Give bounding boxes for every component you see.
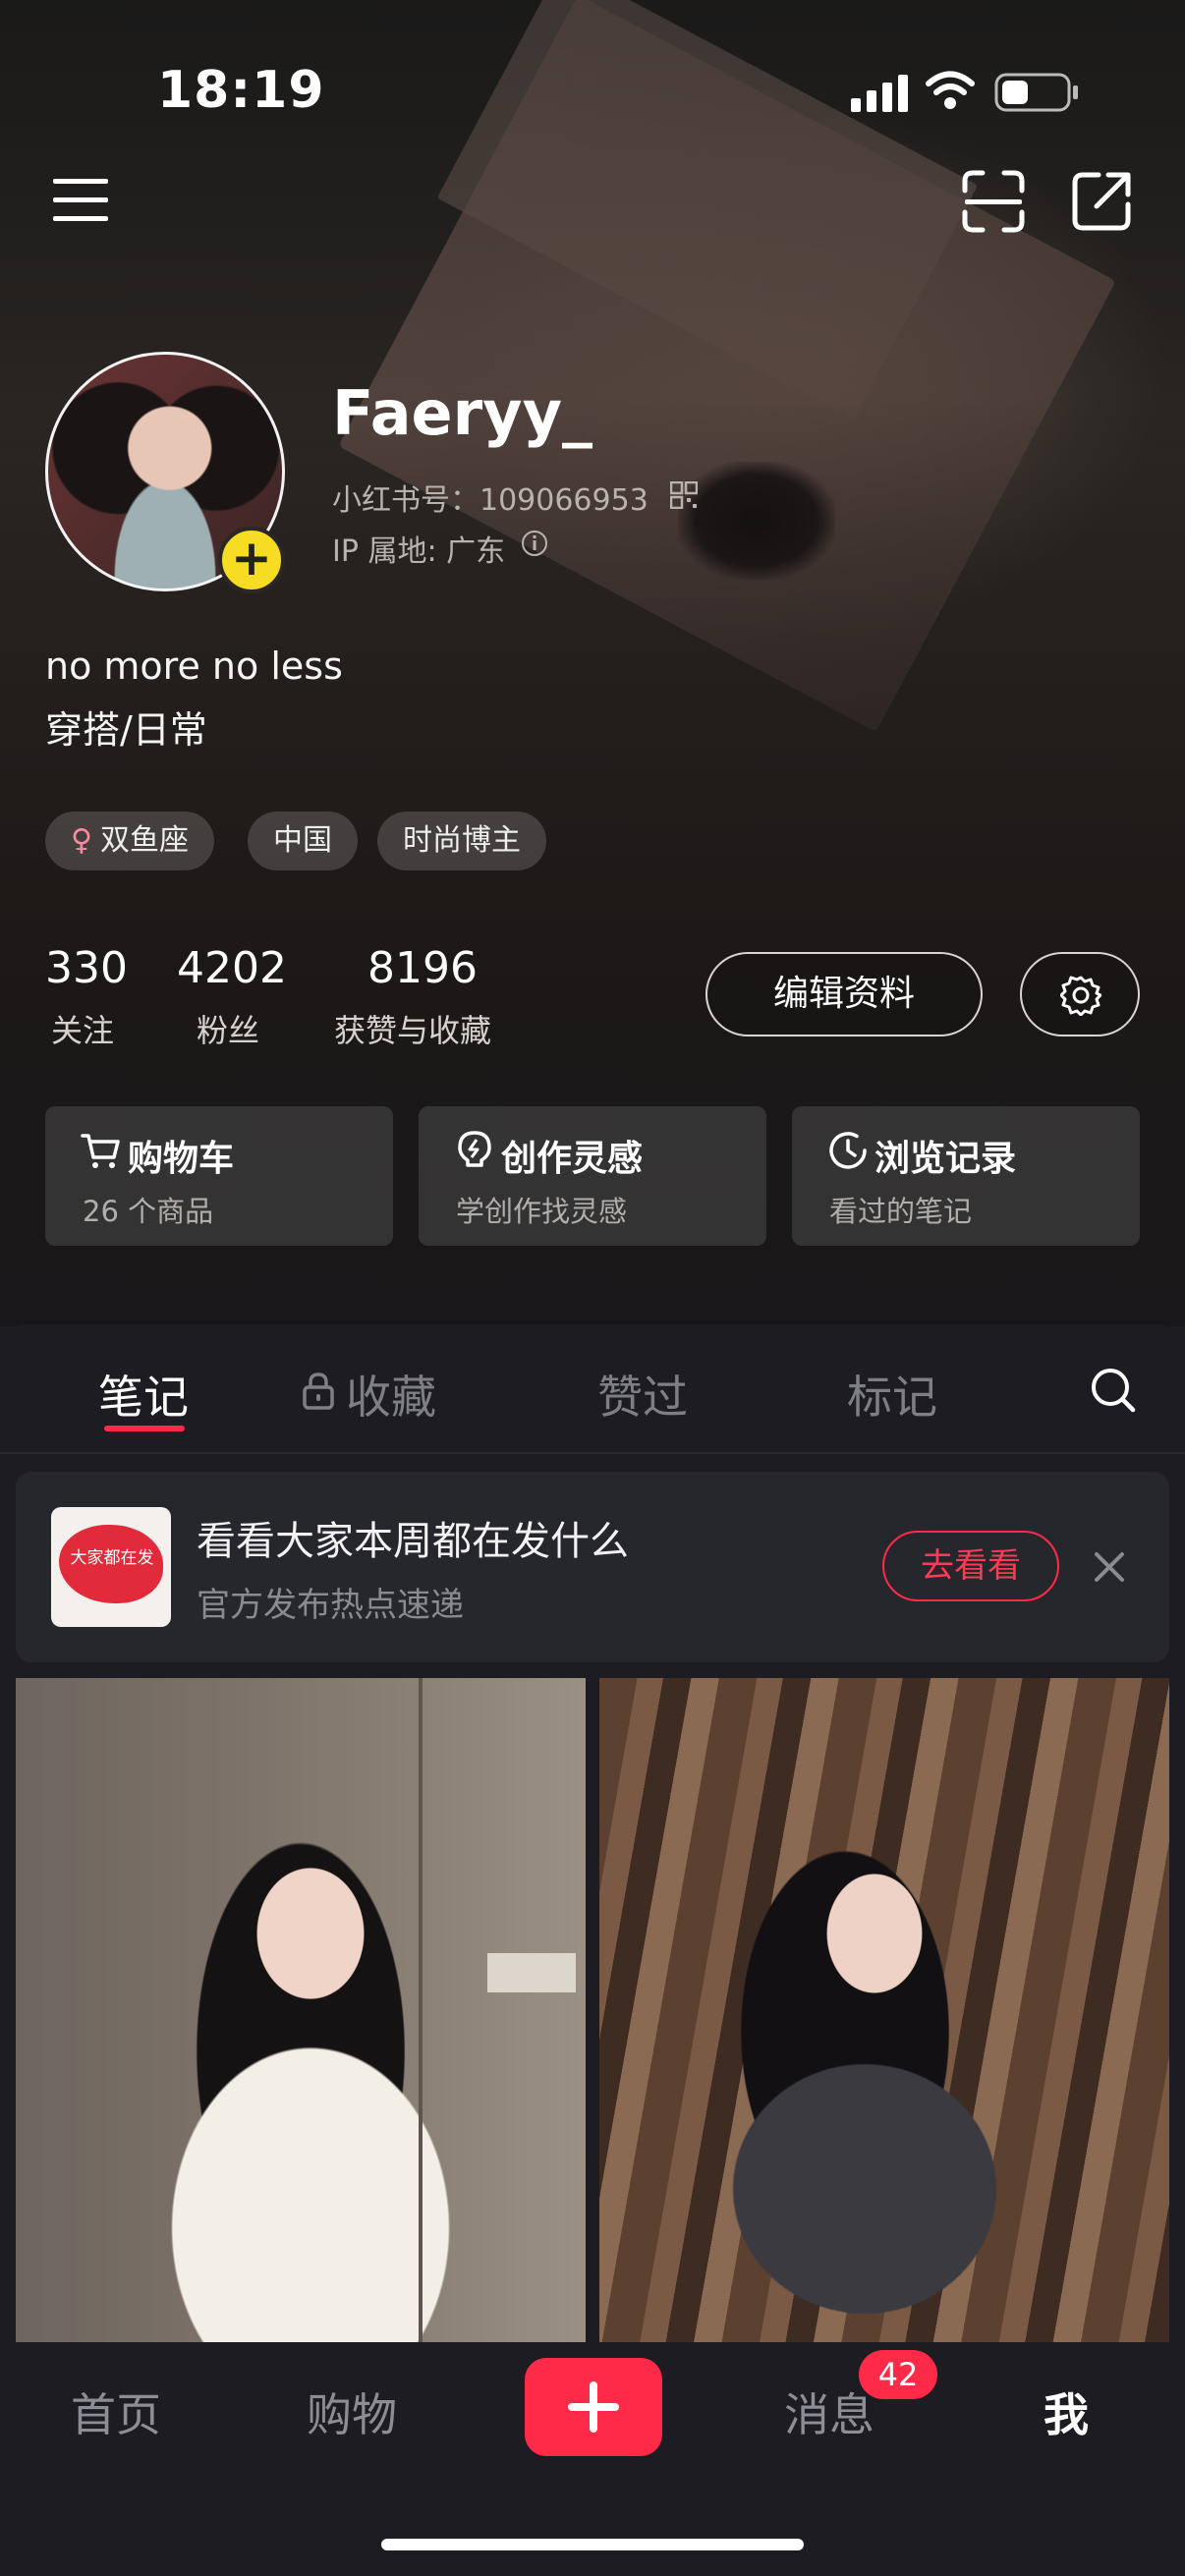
banner-subtitle: 官方发布热点速递 [197, 1586, 464, 1625]
nav-shop[interactable]: 购物 [307, 2380, 397, 2444]
share-icon[interactable] [1069, 169, 1134, 234]
note-cover-image[interactable] [599, 1678, 1169, 2348]
likes-label[interactable]: 获赞与收藏 [334, 1006, 491, 1051]
followers-label[interactable]: 粉丝 [197, 1006, 259, 1051]
tag-label: 双鱼座 [99, 823, 189, 858]
tag-label: 中国 [273, 823, 332, 858]
following-label[interactable]: 关注 [51, 1006, 114, 1051]
nav-me[interactable]: 我 [1044, 2380, 1089, 2444]
gear-icon [1060, 976, 1101, 1016]
tab-collections[interactable]: 收藏 [346, 1362, 436, 1427]
banner-go-button[interactable]: 去看看 [882, 1531, 1059, 1601]
card-title: 创作灵感 [501, 1139, 644, 1179]
card-title: 购物车 [128, 1139, 235, 1179]
info-icon[interactable] [521, 530, 548, 557]
tab-divider [0, 1452, 1185, 1454]
messages-badge: 42 [859, 2350, 937, 2399]
battery-icon [994, 73, 1078, 112]
tag-zodiac: ♀ 双鱼座 [45, 812, 214, 870]
female-icon: ♀ [71, 823, 92, 858]
banner-thumb-text: 大家都在发 [70, 1548, 154, 1568]
card-subtitle: 看过的笔记 [829, 1195, 973, 1228]
note-cover-image[interactable] [16, 1678, 586, 2348]
close-icon[interactable] [1093, 1550, 1126, 1584]
red-id: 小红书号：109066953 [332, 483, 649, 518]
tag-label: 时尚博主 [403, 823, 521, 858]
tab-active-indicator [104, 1426, 185, 1431]
tag-country: 中国 [248, 812, 358, 870]
lightbulb-icon [458, 1131, 491, 1167]
search-icon[interactable] [1089, 1366, 1138, 1415]
banner-title: 看看大家本周都在发什么 [197, 1519, 629, 1564]
scan-icon[interactable] [961, 169, 1026, 234]
settings-button[interactable] [1020, 952, 1140, 1036]
tab-marked[interactable]: 标记 [847, 1362, 937, 1427]
shopping-cart-card[interactable]: 购物车 26 个商品 [45, 1106, 393, 1246]
followers-count[interactable]: 4202 [177, 943, 287, 993]
cellular-signal-icon [851, 73, 908, 112]
create-post-button[interactable] [525, 2358, 662, 2456]
creation-inspiration-card[interactable]: 创作灵感 学创作找灵感 [419, 1106, 766, 1246]
nav-messages[interactable]: 消息 [784, 2380, 875, 2444]
nav-home[interactable]: 首页 [71, 2380, 161, 2444]
avatar-add-icon[interactable]: + [218, 527, 285, 593]
edit-profile-button[interactable]: 编辑资料 [705, 952, 983, 1036]
card-title: 浏览记录 [875, 1139, 1017, 1179]
bio-line: no more no less [45, 644, 343, 688]
likes-count[interactable]: 8196 [367, 943, 478, 993]
menu-icon[interactable] [51, 175, 112, 226]
banner-thumbnail: 大家都在发 [51, 1507, 171, 1627]
wifi-icon [926, 71, 975, 109]
ip-location: IP 属地: 广东 [332, 534, 506, 569]
status-time: 18:19 [157, 61, 325, 120]
cart-icon [81, 1134, 120, 1168]
card-subtitle: 学创作找灵感 [456, 1195, 628, 1228]
bio-line: 穿搭/日常 [45, 708, 207, 752]
card-subtitle: 26 个商品 [83, 1195, 214, 1228]
browse-history-card[interactable]: 浏览记录 看过的笔记 [792, 1106, 1140, 1246]
tab-notes[interactable]: 笔记 [98, 1362, 189, 1427]
qr-code-icon[interactable] [670, 481, 698, 509]
clock-icon [829, 1132, 867, 1169]
username: Faeryy_ [332, 377, 593, 449]
tab-liked[interactable]: 赞过 [597, 1362, 688, 1427]
tag-role: 时尚博主 [377, 812, 546, 870]
lock-icon [303, 1372, 334, 1410]
home-indicator [381, 2539, 804, 2550]
following-count[interactable]: 330 [45, 943, 128, 993]
